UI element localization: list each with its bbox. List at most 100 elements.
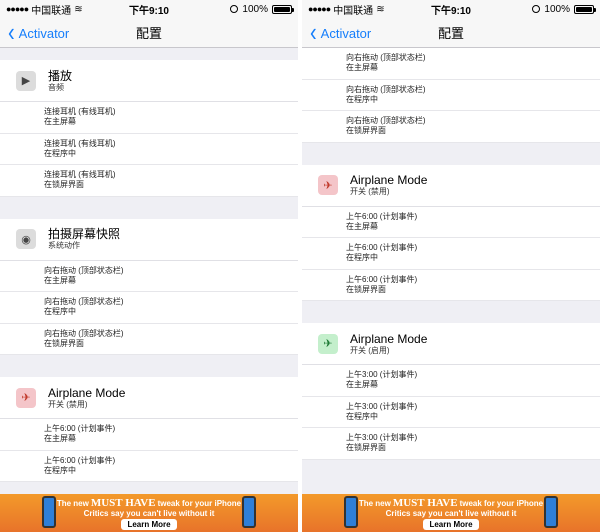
- action-header-airplane-enabled[interactable]: ✈ Airplane Mode 开关 (启用): [302, 323, 600, 365]
- event-label: 上午3:00 (计划事件): [346, 370, 418, 379]
- action-header-screenshot[interactable]: ◉ 拍摄屏幕快照 系统动作: [0, 218, 298, 261]
- event-label: 上午6:00 (计划事件): [346, 274, 418, 284]
- event-label: 上午6:00 (计划事件): [346, 211, 418, 221]
- airplane-icon: ✈: [318, 333, 338, 354]
- airplane-icon: ✈: [16, 387, 36, 408]
- event-label: 向右拖动 (顶部状态栏): [346, 53, 426, 62]
- signal-icon: ●●●●●: [6, 4, 29, 14]
- event-label: 连接耳机 (有线耳机): [44, 170, 116, 179]
- list-item[interactable]: 向右拖动 (顶部状态栏) 在程序中: [302, 79, 600, 111]
- action-subtitle: 开关 (启用): [350, 345, 390, 355]
- event-label: 上午3:00 (计划事件): [346, 401, 418, 411]
- mode-label: 在程序中: [44, 465, 76, 475]
- status-bar: ●●●●● 中国联通 ≋ 下午9:10 100%: [302, 0, 600, 18]
- list-item[interactable]: 连接耳机 (有线耳机) 在锁屏界面: [0, 165, 298, 197]
- list-item[interactable]: 向右拖动 (顶部状态栏) 在锁屏界面: [302, 111, 600, 143]
- mode-label: 在锁屏界面: [346, 284, 386, 294]
- left-panel: ●●●●● 中国联通 ≋ 下午9:10 100% ‹ Activator 配置 …: [0, 0, 298, 532]
- back-label: Activator: [320, 25, 372, 41]
- action-title: 拍摄屏幕快照: [48, 227, 121, 241]
- event-label: 向右拖动 (顶部状态栏): [44, 328, 124, 338]
- ad-text-emphasis: MUST HAVE: [90, 496, 156, 509]
- event-label: 连接耳机 (有线耳机): [44, 138, 116, 148]
- phone-icon: [544, 496, 558, 528]
- action-title: 播放: [48, 68, 73, 83]
- ad-tagline: Critics say you can't live without it: [385, 508, 517, 518]
- action-subtitle: 系统动作: [48, 241, 80, 250]
- signal-icon: ●●●●●: [308, 4, 331, 14]
- mode-label: 在主屏幕: [346, 221, 378, 231]
- action-title: Airplane Mode: [48, 385, 126, 400]
- ad-banner[interactable]: The new MUST HAVE tweak for your iPhone Cr…: [302, 494, 600, 532]
- action-subtitle: 音频: [48, 82, 64, 92]
- list-item[interactable]: 上午6:00 (计划事件) 在主屏幕: [302, 206, 600, 238]
- airplane-icon: ✈: [318, 175, 338, 195]
- mode-label: 在程序中: [44, 307, 76, 316]
- action-subtitle: 开关 (禁用): [48, 399, 88, 409]
- list-item[interactable]: 上午3:00 (计划事件) 在程序中: [302, 396, 600, 428]
- ad-text: The new: [56, 498, 89, 508]
- navigation-bar: ‹ Activator 配置: [0, 18, 298, 48]
- mode-label: 在程序中: [346, 94, 378, 104]
- eye-icon: ◉: [16, 229, 36, 249]
- action-title: Airplane Mode: [350, 331, 428, 346]
- rotation-lock-icon: [230, 5, 239, 13]
- list-item[interactable]: 上午6:00 (计划事件) 在程序中: [0, 450, 298, 482]
- ad-banner[interactable]: The new MUST HAVE tweak for your iPhone Cr…: [0, 494, 298, 532]
- event-label: 向右拖动 (顶部状态栏): [346, 116, 426, 125]
- mode-label: 在主屏幕: [346, 63, 378, 72]
- list-item[interactable]: 上午3:00 (计划事件) 在主屏幕: [302, 365, 600, 397]
- event-label: 上午6:00 (计划事件): [44, 424, 116, 433]
- mode-label: 在程序中: [44, 148, 76, 158]
- wifi-icon: ≋: [376, 3, 385, 15]
- ad-text: The new: [358, 498, 391, 508]
- phone-icon: [242, 496, 256, 528]
- ad-text-emphasis: MUST HAVE: [392, 496, 458, 509]
- mode-label: 在主屏幕: [44, 434, 76, 443]
- list-item[interactable]: 向右拖动 (顶部状态栏) 在程序中: [0, 292, 298, 324]
- event-label: 上午6:00 (计划事件): [346, 243, 418, 252]
- back-button[interactable]: ‹ Activator: [8, 18, 69, 48]
- ad-text: tweak for your iPhone: [459, 498, 544, 508]
- action-subtitle: 开关 (禁用): [350, 187, 390, 196]
- mode-label: 在锁屏界面: [346, 126, 386, 135]
- list-item[interactable]: 上午6:00 (计划事件) 在程序中: [302, 238, 600, 270]
- mode-label: 在锁屏界面: [44, 180, 84, 189]
- learn-more-button[interactable]: Learn More: [423, 518, 479, 530]
- battery-icon: [574, 4, 596, 14]
- play-icon: ▶: [16, 70, 36, 91]
- event-label: 向右拖动 (顶部状态栏): [346, 84, 426, 94]
- list-item[interactable]: 上午6:00 (计划事件) 在锁屏界面: [302, 269, 600, 301]
- list-item[interactable]: 连接耳机 (有线耳机) 在主屏幕: [0, 102, 298, 134]
- phone-icon: [344, 496, 358, 528]
- wifi-icon: ≋: [74, 3, 83, 15]
- mode-label: 在程序中: [346, 253, 378, 262]
- mode-label: 在主屏幕: [44, 117, 76, 126]
- learn-more-button[interactable]: Learn More: [121, 518, 177, 530]
- list-item[interactable]: 连接耳机 (有线耳机) 在程序中: [0, 133, 298, 165]
- battery-icon: [272, 4, 294, 14]
- carrier-label: 中国联通: [333, 5, 374, 17]
- navigation-bar: ‹ Activator 配置: [302, 18, 600, 48]
- list-item[interactable]: 向右拖动 (顶部状态栏) 在锁屏界面: [0, 323, 298, 355]
- list-item[interactable]: 向右拖动 (顶部状态栏) 在主屏幕: [0, 260, 298, 292]
- chevron-left-icon: ‹: [310, 18, 317, 48]
- right-panel: ●●●●● 中国联通 ≋ 下午9:10 100% ‹ Activator 配置 …: [302, 0, 600, 532]
- phone-icon: [42, 496, 56, 528]
- list-item[interactable]: 上午6:00 (计划事件) 在主屏幕: [0, 419, 298, 451]
- action-header-airplane[interactable]: ✈ Airplane Mode 开关 (禁用): [0, 377, 298, 419]
- mode-label: 在主屏幕: [44, 275, 76, 285]
- action-header-airplane-disabled[interactable]: ✈ Airplane Mode 开关 (禁用): [302, 164, 600, 207]
- event-label: 向右拖动 (顶部状态栏): [44, 297, 124, 306]
- back-button[interactable]: ‹ Activator: [310, 18, 371, 48]
- list-item[interactable]: 上午3:00 (计划事件) 在锁屏界面: [302, 428, 600, 460]
- carrier-label: 中国联通: [31, 5, 72, 17]
- list-item[interactable]: 向右拖动 (顶部状态栏) 在主屏幕: [302, 48, 600, 80]
- battery-percent: 100%: [242, 3, 268, 15]
- ad-text: tweak for your iPhone: [157, 498, 242, 508]
- event-label: 上午6:00 (计划事件): [44, 455, 116, 465]
- action-title: Airplane Mode: [350, 173, 428, 187]
- status-bar: ●●●●● 中国联通 ≋ 下午9:10 100%: [0, 0, 298, 18]
- action-header-play[interactable]: ▶ 播放 音频: [0, 60, 298, 102]
- mode-label: 在程序中: [346, 411, 378, 421]
